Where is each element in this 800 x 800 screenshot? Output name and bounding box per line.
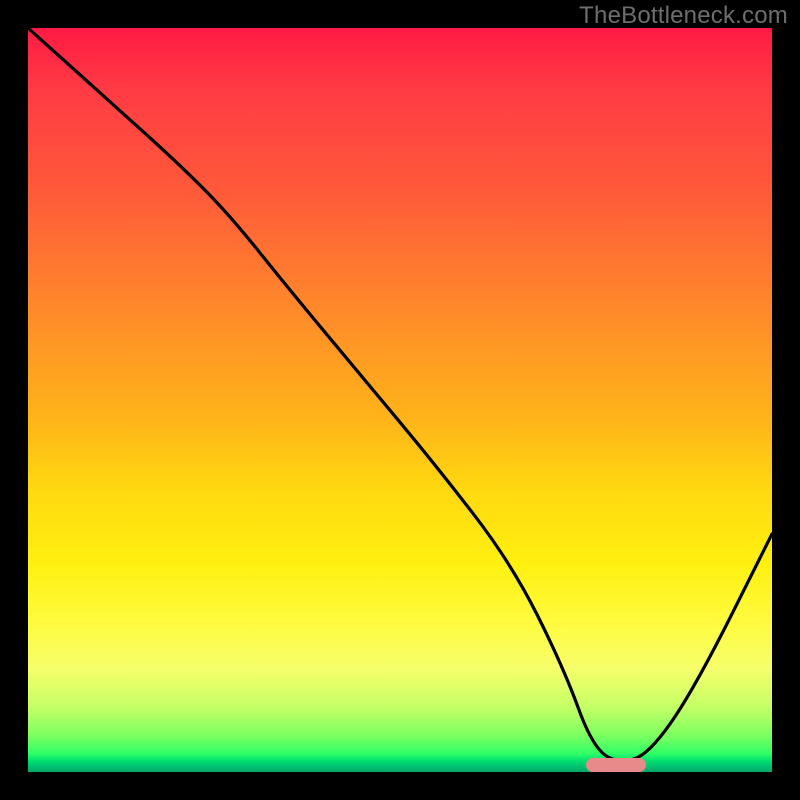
watermark-text: TheBottleneck.com: [579, 2, 788, 30]
bottleneck-curve: [28, 28, 772, 772]
optimal-range-marker: [586, 758, 646, 772]
curve-path: [28, 28, 772, 761]
chart-frame: TheBottleneck.com: [0, 0, 800, 800]
plot-area: [28, 28, 772, 772]
